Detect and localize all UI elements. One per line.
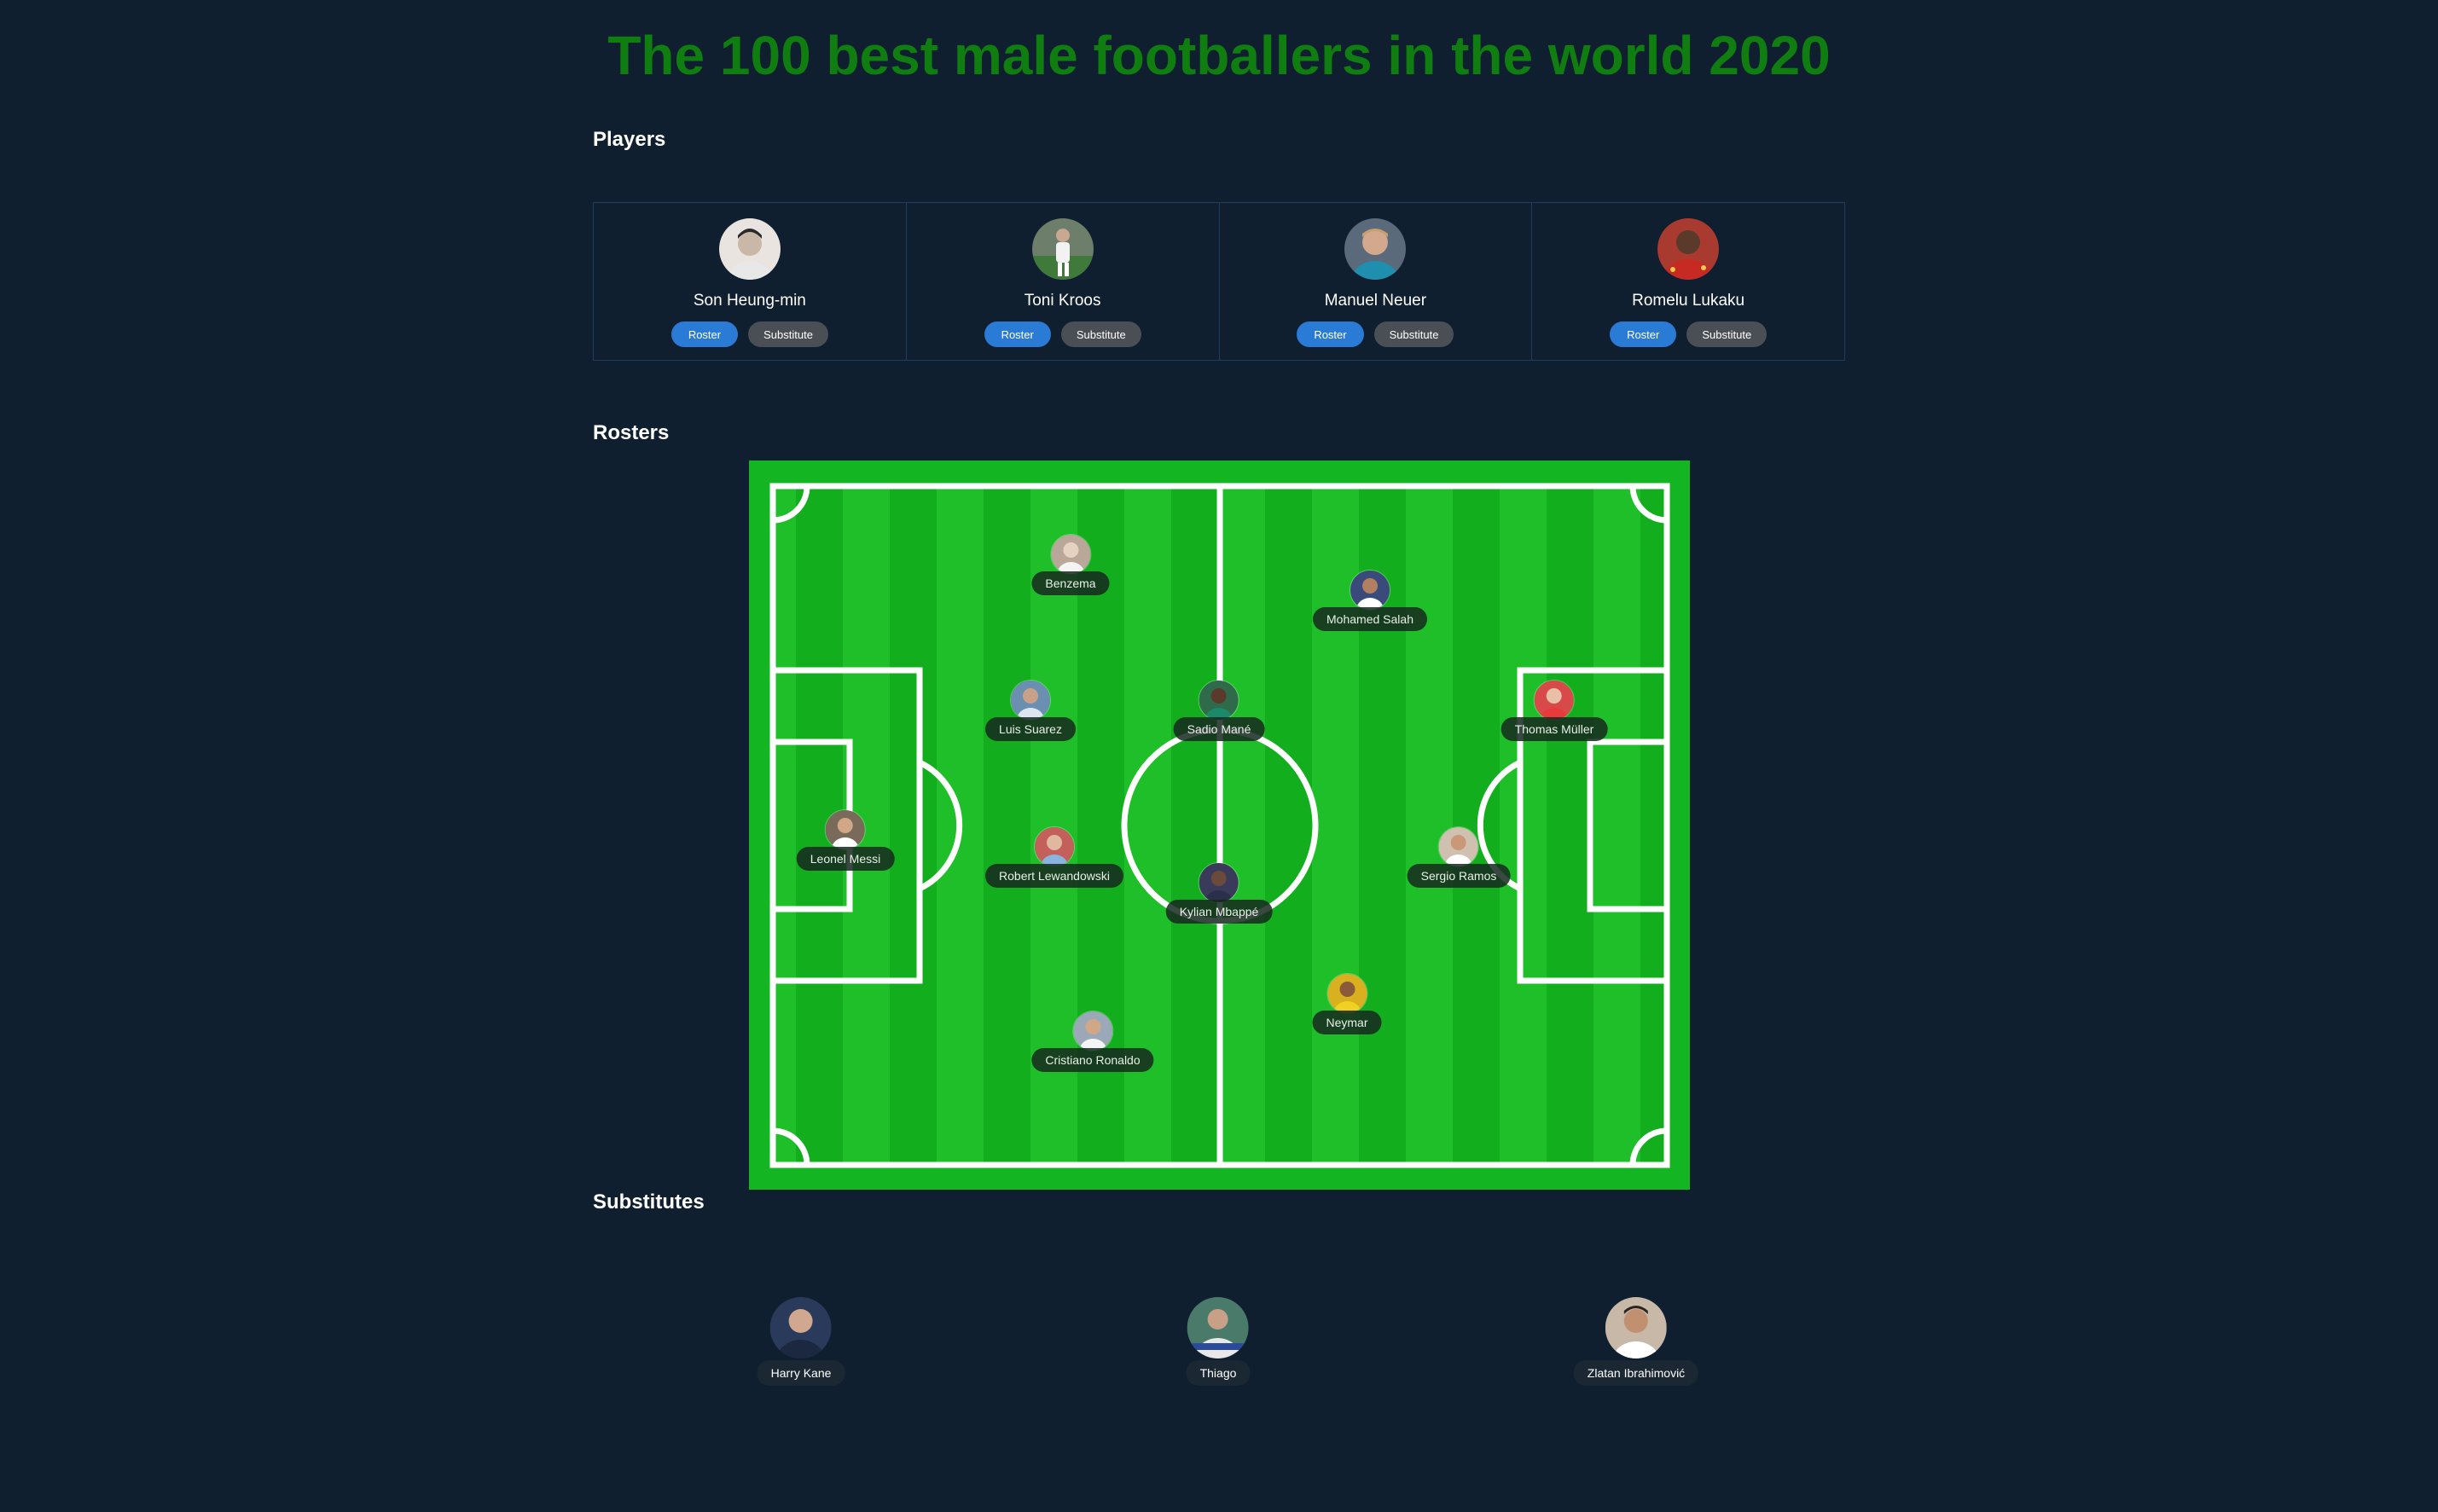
player-avatar [1657, 218, 1720, 280]
player-avatar [1050, 534, 1091, 575]
roster-player-token[interactable]: Benzema [1031, 534, 1110, 595]
player-name-label: Harry Kane [757, 1360, 845, 1386]
player-avatar [1199, 680, 1239, 721]
roster-button[interactable]: Roster [1610, 322, 1677, 347]
player-avatar [1534, 680, 1575, 721]
players-heading: Players [593, 128, 666, 151]
football-pitch[interactable]: Benzema Mohamed Salah Luis Suarez Sadio … [749, 461, 1690, 1190]
player-card: Romelu Lukaku Roster Substitute [1532, 202, 1845, 361]
player-name-label: Kylian Mbappé [1165, 900, 1273, 924]
player-name-label: Thomas Müller [1501, 717, 1608, 741]
substitute-player-token[interactable]: Harry Kane [757, 1297, 845, 1386]
player-avatar [1437, 826, 1479, 867]
roster-player-token[interactable]: Sergio Ramos [1407, 826, 1511, 888]
player-avatar [1344, 218, 1407, 280]
page-title: The 100 best male footballers in the wor… [607, 25, 1831, 86]
player-avatar [1010, 680, 1051, 721]
player-avatar [825, 809, 866, 850]
player-avatar [1199, 862, 1239, 903]
player-card: Son Heung-min Roster Substitute [593, 202, 907, 361]
player-card: Manuel Neuer Roster Substitute [1219, 202, 1533, 361]
player-name: Manuel Neuer [1324, 292, 1427, 310]
substitute-player-token[interactable]: Zlatan Ibrahimović [1573, 1297, 1699, 1386]
player-name-label: Luis Suarez [985, 717, 1076, 741]
roster-button[interactable]: Roster [670, 322, 739, 347]
player-avatar [1326, 973, 1367, 1014]
player-avatar [1187, 1297, 1249, 1358]
substitute-button[interactable]: Substitute [748, 322, 828, 347]
substitute-button[interactable]: Substitute [1686, 322, 1768, 347]
player-name-label: Mohamed Salah [1313, 607, 1427, 631]
player-name-label: Sadio Mané [1173, 717, 1265, 741]
player-avatar [1034, 826, 1075, 867]
roster-player-token[interactable]: Neymar [1312, 973, 1382, 1034]
roster-player-token[interactable]: Kylian Mbappé [1165, 862, 1273, 924]
player-avatar [1349, 570, 1390, 611]
player-avatar [1031, 218, 1094, 280]
player-avatar [718, 218, 781, 280]
player-name-label: Thiago [1186, 1360, 1251, 1386]
player-name-label: Neymar [1312, 1011, 1382, 1034]
roster-player-token[interactable]: Cristiano Ronaldo [1031, 1011, 1154, 1072]
player-name-label: Cristiano Ronaldo [1031, 1048, 1154, 1072]
player-avatar [770, 1297, 832, 1358]
player-cards: Son Heung-min Roster Substitute Toni Kro… [593, 202, 1845, 361]
player-name: Toni Kroos [1024, 292, 1101, 310]
player-avatar [1071, 1011, 1113, 1051]
player-name-label: Zlatan Ibrahimović [1573, 1360, 1699, 1386]
player-card: Toni Kroos Roster Substitute [906, 202, 1220, 361]
roster-button[interactable]: Roster [1297, 322, 1364, 347]
roster-button[interactable]: Roster [984, 322, 1051, 347]
player-name-label: Sergio Ramos [1407, 864, 1511, 888]
player-name-label: Benzema [1031, 571, 1110, 595]
roster-player-token[interactable]: Thomas Müller [1501, 680, 1608, 741]
player-avatar [1605, 1297, 1667, 1358]
player-name: Son Heung-min [693, 292, 806, 310]
substitute-button[interactable]: Substitute [1373, 322, 1454, 347]
substitute-player-token[interactable]: Thiago [1186, 1297, 1251, 1386]
player-name-label: Leonel Messi [796, 847, 895, 871]
player-name: Romelu Lukaku [1632, 292, 1745, 310]
substitute-button[interactable]: Substitute [1060, 322, 1141, 347]
substitutes-heading: Substitutes [593, 1190, 705, 1214]
roster-player-token[interactable]: Robert Lewandowski [985, 826, 1123, 888]
roster-player-token[interactable]: Luis Suarez [985, 680, 1076, 741]
player-name-label: Robert Lewandowski [985, 864, 1123, 888]
roster-player-token[interactable]: Mohamed Salah [1313, 570, 1427, 631]
roster-player-token[interactable]: Leonel Messi [796, 809, 895, 871]
rosters-heading: Rosters [593, 421, 670, 444]
roster-player-token[interactable]: Sadio Mané [1173, 680, 1265, 741]
